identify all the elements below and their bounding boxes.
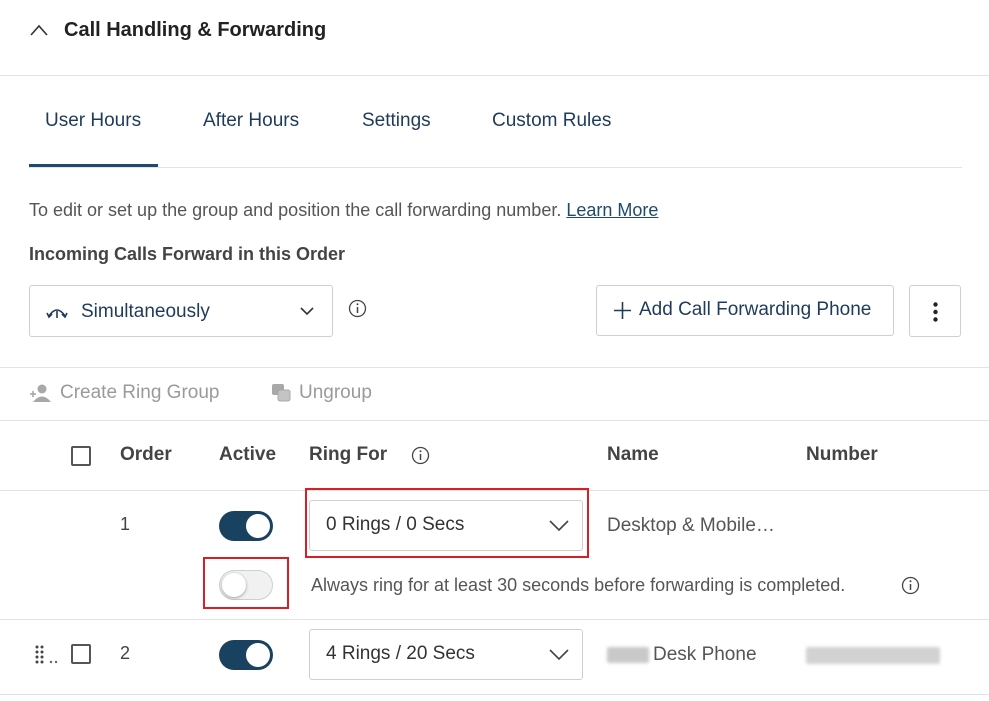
divider	[0, 420, 989, 421]
drag-handle-icon[interactable]	[34, 645, 60, 665]
create-group-icon	[30, 384, 51, 402]
header-number[interactable]: Number	[806, 444, 878, 466]
ring-for-select[interactable]: 4 Rings / 20 Secs	[309, 629, 583, 680]
redacted-number	[806, 647, 940, 664]
redacted-name-prefix	[607, 647, 649, 663]
create-ring-group-button[interactable]: Create Ring Group	[60, 382, 219, 404]
ungroup-icon	[272, 384, 291, 402]
ring-for-value: 4 Rings / 20 Secs	[326, 643, 475, 664]
highlight-ring-for	[305, 488, 589, 558]
tab-after-hours[interactable]: After Hours	[203, 110, 299, 132]
toggle-knob	[246, 514, 270, 538]
plus-icon	[614, 302, 631, 319]
info-icon[interactable]	[901, 576, 920, 595]
select-all-checkbox[interactable]	[71, 446, 91, 466]
info-icon[interactable]	[411, 446, 430, 465]
description-text: To edit or set up the group and position…	[29, 200, 567, 220]
section-title: Call Handling & Forwarding	[64, 19, 327, 41]
highlight-always-ring	[203, 557, 289, 609]
simultaneous-icon	[46, 309, 68, 319]
header-ring-for[interactable]: Ring For	[309, 444, 387, 466]
row-checkbox[interactable]	[71, 644, 91, 664]
forward-mode-value: Simultaneously	[81, 301, 210, 322]
ungroup-button[interactable]: Ungroup	[299, 382, 372, 404]
info-icon[interactable]	[348, 299, 367, 318]
tab-bar: User Hours After Hours Settings Custom R…	[29, 96, 962, 168]
row-order: 2	[120, 643, 131, 663]
tab-custom-rules[interactable]: Custom Rules	[492, 110, 611, 132]
add-call-forwarding-phone-label: Add Call Forwarding Phone	[639, 299, 872, 320]
row-name: Desktop & Mobile…	[607, 515, 775, 536]
active-toggle[interactable]	[219, 511, 273, 541]
row-order: 1	[120, 514, 131, 534]
forward-mode-select[interactable]: Simultaneously	[29, 285, 333, 337]
chevron-down-icon	[549, 649, 569, 661]
learn-more-link[interactable]: Learn More	[566, 200, 658, 220]
header-order[interactable]: Order	[120, 444, 172, 466]
active-tab-indicator	[29, 164, 158, 167]
divider	[0, 367, 989, 368]
order-title: Incoming Calls Forward in this Order	[29, 244, 346, 264]
active-toggle[interactable]	[219, 640, 273, 670]
tab-user-hours[interactable]: User Hours	[45, 110, 141, 132]
description: To edit or set up the group and position…	[29, 200, 658, 221]
kebab-menu-icon	[933, 302, 938, 322]
section-header[interactable]: Call Handling & Forwarding	[0, 0, 989, 76]
header-name[interactable]: Name	[607, 444, 659, 466]
more-options-button[interactable]	[909, 285, 961, 337]
always-ring-text: Always ring for at least 30 seconds befo…	[311, 575, 846, 595]
add-call-forwarding-phone-button[interactable]: Add Call Forwarding Phone	[596, 285, 894, 336]
header-active[interactable]: Active	[219, 444, 276, 466]
divider	[0, 694, 989, 695]
tab-settings[interactable]: Settings	[362, 110, 431, 132]
toggle-knob	[246, 643, 270, 667]
divider	[0, 619, 989, 620]
row-name: Desk Phone	[653, 644, 757, 665]
chevron-down-icon	[300, 307, 314, 316]
chevron-up-icon[interactable]	[29, 22, 49, 38]
